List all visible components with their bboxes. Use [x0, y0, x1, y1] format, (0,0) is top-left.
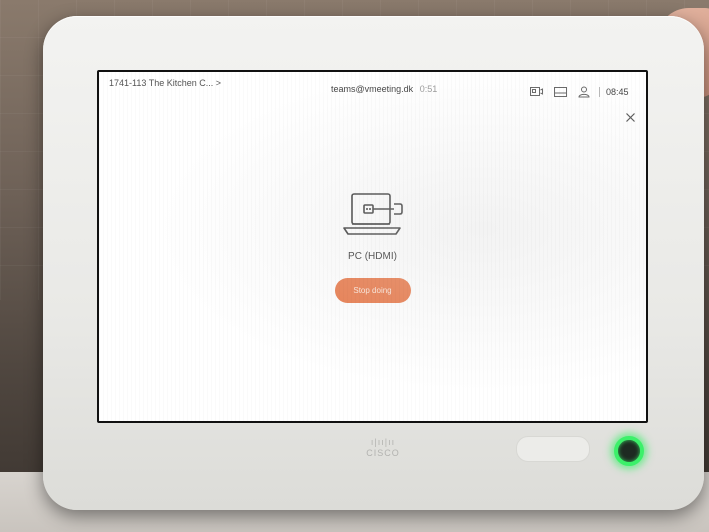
share-screen-icon[interactable] [529, 86, 543, 98]
status-bar: 1741-113 The Kitchen C... > teams@vmeeti… [99, 72, 646, 106]
laptop-hdmi-icon [342, 192, 404, 240]
mute-led-button[interactable] [614, 436, 644, 466]
volume-touch-area[interactable] [516, 436, 590, 462]
layout-icon[interactable] [553, 86, 567, 98]
source-name: PC (HDMI) [348, 251, 397, 262]
call-info: teams@vmeeting.dk 0:51 [331, 84, 437, 94]
call-address: teams@vmeeting.dk [331, 84, 414, 94]
status-icons: 08:45 [529, 86, 629, 98]
cisco-logo-bars: ı|ıı|ıı [370, 437, 396, 447]
participants-icon[interactable] [577, 86, 591, 98]
close-icon[interactable] [623, 110, 637, 124]
room-name-button[interactable]: 1741-113 The Kitchen C... > [109, 78, 221, 88]
cisco-logo-text: CISCO [366, 448, 400, 458]
call-timer: 0:51 [419, 84, 438, 94]
status-divider [599, 87, 600, 97]
photo-scene: 1741-113 The Kitchen C... > teams@vmeeti… [0, 0, 709, 532]
clock: 08:45 [606, 87, 629, 97]
touch-screen: 1741-113 The Kitchen C... > teams@vmeeti… [97, 70, 648, 423]
presentation-panel: PC (HDMI) Stop doing [99, 192, 646, 303]
cisco-logo: ı|ıı|ıı CISCO [358, 437, 408, 459]
stop-sharing-button[interactable]: Stop doing [334, 278, 411, 303]
